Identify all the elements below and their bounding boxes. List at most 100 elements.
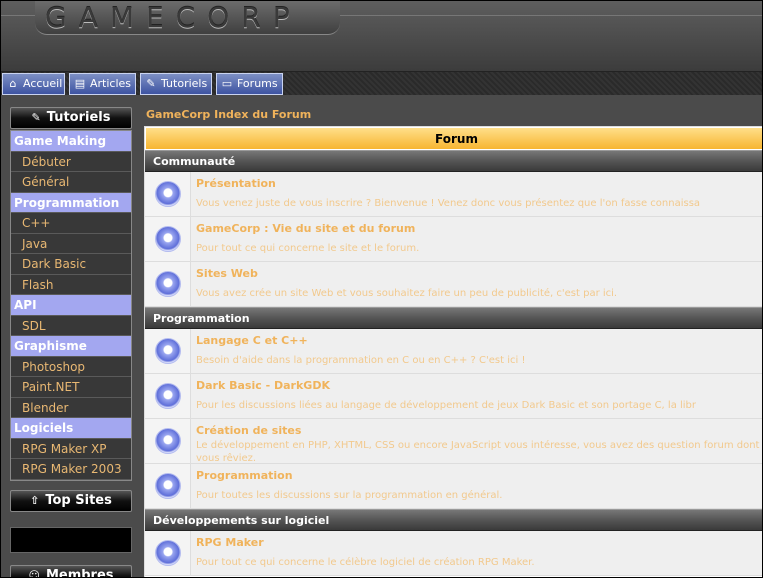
forum-description: Besoin d'aide dans la programmation en C…	[196, 355, 526, 366]
sidebar: ✎ Tutoriels Game Making Débuter Général Prog…	[1, 95, 141, 578]
forum-category[interactable]: Communauté	[145, 150, 762, 172]
home-icon: ⌂	[9, 77, 17, 90]
forum-row: Langage C et C++ Besoin d'aide dans la pr…	[145, 329, 762, 374]
forum-icon-cell	[145, 531, 191, 575]
main-nav: ⌂ Accueil ▤ Articles ✎ Tutoriels ▭ Forum…	[1, 71, 762, 95]
forum-status-icon	[154, 473, 181, 499]
menu-item[interactable]: Photoshop	[11, 356, 131, 377]
forum-info: Dark Basic - DarkGDK Pour les discussions…	[191, 374, 762, 418]
forum-status-icon	[154, 540, 181, 566]
forum-status-icon	[154, 338, 181, 364]
forum-title-link[interactable]: Langage C et C++	[196, 334, 762, 347]
top-sites-title: Top Sites	[45, 493, 112, 508]
forum-info: Présentation Vous venez juste de vous ins…	[191, 172, 762, 216]
top-sites-box	[10, 527, 132, 553]
menu-item[interactable]: C++	[11, 213, 131, 234]
pencil-icon: ✎	[31, 111, 41, 124]
up-arrow-icon: ⇧	[30, 494, 40, 507]
forum-description: Pour les discussions liées au langage de…	[196, 400, 697, 411]
forum-icon-cell	[145, 262, 191, 306]
forum-description: Pour tout ce qui concerne le site et le …	[196, 243, 420, 254]
menu-item[interactable]: Java	[11, 233, 131, 254]
forum-status-icon	[154, 226, 181, 252]
menu-item[interactable]: SDL	[11, 315, 131, 336]
nav-label: Tutoriels	[161, 77, 208, 90]
menu-category[interactable]: Graphisme	[11, 336, 131, 357]
forum-status-icon	[154, 428, 181, 454]
forum-icon-cell	[145, 464, 191, 508]
forum-description: Vous venez juste de vous inscrire ? Bien…	[196, 198, 701, 209]
forum-description: Le développement en PHP, XHTML, CSS ou e…	[196, 440, 760, 463]
tutoriels-heading: ✎ Tutoriels	[10, 107, 132, 129]
nav-forums[interactable]: ▭ Forums	[216, 73, 283, 95]
forum-status-icon	[154, 271, 181, 297]
forum-title-link[interactable]: Programmation	[196, 469, 762, 482]
forum-description: Pour tout ce qui concerne le célèbre log…	[196, 557, 535, 568]
forum-description: Vous avez crée un site Web et vous souha…	[196, 288, 618, 299]
forum-info: RPG Maker Pour tout ce qui concerne le cé…	[191, 531, 762, 575]
forum-title-link[interactable]: Création de sites	[196, 424, 762, 437]
nav-articles[interactable]: ▤ Articles	[69, 73, 136, 95]
forum-icon-cell	[145, 172, 191, 216]
forum-table-header: Forum	[145, 127, 762, 150]
forum-description: Pour toutes les discussions sur la progr…	[196, 490, 503, 501]
forum-category[interactable]: Programmation	[145, 307, 762, 329]
site-header: GAMECORP	[1, 1, 762, 71]
forum-row: RPG Maker Pour tout ce qui concerne le cé…	[145, 531, 762, 576]
forum-info: Langage C et C++ Besoin d'aide dans la pr…	[191, 329, 762, 373]
menu-item[interactable]: Flash	[11, 274, 131, 295]
forum-info: GameCorp : Vie du site et du forum Pour t…	[191, 217, 762, 261]
document-icon: ▤	[74, 77, 86, 90]
forum-table: Forum Communauté Présentation Vous venez j…	[144, 126, 762, 577]
forum-icon-cell	[145, 329, 191, 373]
membres-title: Membres	[45, 568, 114, 578]
menu-item[interactable]: RPG Maker XP	[11, 438, 131, 459]
forum-row: Sites Web Vous avez crée un site Web et v…	[145, 262, 762, 307]
speech-bubble-icon: ▭	[221, 77, 233, 90]
menu-item[interactable]: RPG Maker 2003	[11, 459, 131, 480]
membres-heading: ☺ Membres	[10, 565, 132, 578]
menu-category[interactable]: API	[11, 295, 131, 316]
forum-info: Création de sites Le développement en PHP…	[191, 419, 762, 463]
forum-category[interactable]: Développements sur logiciel	[145, 509, 762, 531]
forum-info: Programmation Pour toutes les discussions…	[191, 464, 762, 508]
forum-title-link[interactable]: Présentation	[196, 177, 762, 190]
page-frame: GAMECORP ⌂ Accueil ▤ Articles ✎ Tutoriel…	[0, 0, 763, 578]
menu-item[interactable]: Paint.NET	[11, 377, 131, 398]
forum-title-link[interactable]: Sites Web	[196, 267, 762, 280]
forum-title-link[interactable]: RPG Maker	[196, 536, 762, 549]
forum-icon-cell	[145, 374, 191, 418]
nav-label: Articles	[90, 77, 132, 90]
nav-tutoriels[interactable]: ✎ Tutoriels	[140, 73, 212, 95]
forum-status-icon	[154, 181, 181, 207]
breadcrumb[interactable]: GameCorp Index du Forum	[146, 108, 311, 121]
pencil-icon: ✎	[146, 77, 156, 90]
forum-row: Programmation Pour toutes les discussions…	[145, 464, 762, 509]
forum-status-icon	[154, 383, 181, 409]
nav-label: Accueil	[23, 77, 63, 90]
menu-item[interactable]: Débuter	[11, 151, 131, 172]
user-icon: ☺	[28, 569, 40, 578]
menu-category[interactable]: Logiciels	[11, 418, 131, 439]
forum-title-link[interactable]: GameCorp : Vie du site et du forum	[196, 222, 762, 235]
main-content: GameCorp Index du Forum Forum Communauté…	[141, 95, 762, 577]
menu-category[interactable]: Programmation	[11, 192, 131, 213]
menu-item[interactable]: Général	[11, 172, 131, 193]
menu-category[interactable]: Game Making	[11, 131, 131, 152]
forum-icon-cell	[145, 217, 191, 261]
forum-row: Création de sites Le développement en PHP…	[145, 419, 762, 464]
forum-icon-cell	[145, 419, 191, 463]
top-sites-heading: ⇧ Top Sites	[10, 490, 132, 512]
forum-info: Sites Web Vous avez crée un site Web et v…	[191, 262, 762, 306]
nav-label: Forums	[237, 77, 278, 90]
forum-title-link[interactable]: Dark Basic - DarkGDK	[196, 379, 762, 392]
tutoriels-menu: Game Making Débuter Général Programmation C+…	[10, 130, 132, 481]
nav-accueil[interactable]: ⌂ Accueil	[2, 73, 65, 95]
menu-item[interactable]: Blender	[11, 397, 131, 418]
site-logo[interactable]: GAMECORP	[45, 1, 302, 35]
forum-row: Présentation Vous venez juste de vous ins…	[145, 172, 762, 217]
forum-row: GameCorp : Vie du site et du forum Pour t…	[145, 217, 762, 262]
menu-item[interactable]: Dark Basic	[11, 254, 131, 275]
forum-row: Dark Basic - DarkGDK Pour les discussions…	[145, 374, 762, 419]
tutoriels-title: Tutoriels	[46, 110, 111, 125]
